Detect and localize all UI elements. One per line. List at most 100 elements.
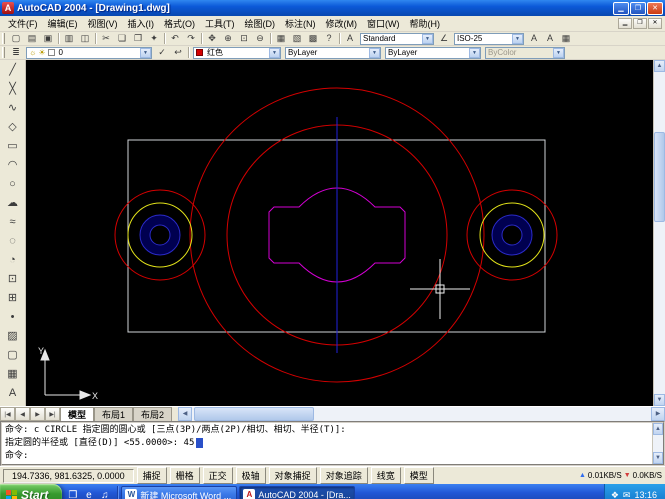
mtext-button[interactable]: A xyxy=(2,384,23,403)
tab-first-button[interactable]: |◀ xyxy=(0,407,15,421)
polyline-button[interactable]: ∿ xyxy=(2,99,23,118)
osnap-toggle[interactable]: 对象捕捉 xyxy=(269,467,317,484)
circle-button[interactable]: ○ xyxy=(2,175,23,194)
menu-draw[interactable]: 绘图(D) xyxy=(240,16,281,31)
text-style-combo-arrow-icon[interactable]: ▼ xyxy=(422,34,433,44)
lineweight-toggle[interactable]: 线宽 xyxy=(371,467,401,484)
tab-layout1[interactable]: 布局1 xyxy=(94,407,133,421)
horizontal-scroll-thumb[interactable] xyxy=(194,407,314,421)
tray-icon-2[interactable]: ✉ xyxy=(623,490,631,499)
zoom-window-button[interactable]: ⊡ xyxy=(236,32,252,45)
command-scroll-down-button[interactable]: ▼ xyxy=(653,452,663,464)
menu-tools[interactable]: 工具(T) xyxy=(200,16,240,31)
hatch-button[interactable]: ▨ xyxy=(2,327,23,346)
designcenter-button[interactable]: ▧ xyxy=(289,32,305,45)
autocad-app-icon[interactable]: A xyxy=(2,2,14,14)
menu-help[interactable]: 帮助(H) xyxy=(405,16,446,31)
menu-edit[interactable]: 编辑(E) xyxy=(43,16,83,31)
menu-window[interactable]: 窗口(W) xyxy=(362,16,405,31)
tray-icon-1[interactable]: ❖ xyxy=(611,490,619,499)
spline-button[interactable]: ≈ xyxy=(2,213,23,232)
revcloud-button[interactable]: ☁ xyxy=(2,194,23,213)
zoom-realtime-button[interactable]: ⊕ xyxy=(220,32,236,45)
document-minimize-button[interactable]: ▁ xyxy=(618,18,632,29)
grid-toggle[interactable]: 栅格 xyxy=(170,467,200,484)
vertical-scroll-thumb[interactable] xyxy=(654,132,665,222)
insert-block-button[interactable]: ⊡ xyxy=(2,270,23,289)
open-button[interactable]: ▤ xyxy=(24,32,40,45)
save-button[interactable]: ▣ xyxy=(40,32,56,45)
task-word-button[interactable]: W 新建 Microsoft Word ... xyxy=(121,486,237,499)
start-button[interactable]: Start xyxy=(0,484,62,499)
layer-combo[interactable]: ☼ ☀ 0 ▼ xyxy=(26,47,152,59)
table-button[interactable]: ▦ xyxy=(2,365,23,384)
quick-launch-media-icon[interactable]: ♫ xyxy=(97,488,112,499)
document-close-button[interactable]: ✕ xyxy=(648,18,662,29)
scroll-right-button[interactable]: ▶ xyxy=(651,407,665,421)
toolbar-grip[interactable] xyxy=(2,33,5,44)
plot-button[interactable]: ▥ xyxy=(61,32,77,45)
arc-button[interactable]: ◠ xyxy=(2,156,23,175)
help-button[interactable]: ? xyxy=(321,32,337,45)
tab-last-button[interactable]: ▶| xyxy=(45,407,60,421)
command-scrollbar[interactable]: ▲ ▼ xyxy=(652,423,663,464)
menu-view[interactable]: 视图(V) xyxy=(83,16,123,31)
layer-combo-arrow-icon[interactable]: ▼ xyxy=(140,48,151,58)
menu-format[interactable]: 格式(O) xyxy=(159,16,200,31)
menu-modify[interactable]: 修改(M) xyxy=(321,16,363,31)
table-toolbar-button[interactable]: ▦ xyxy=(558,32,574,45)
window-close-button[interactable]: ✕ xyxy=(647,2,663,15)
dim-style-button[interactable]: ∠ xyxy=(436,32,452,45)
tab-next-button[interactable]: ▶ xyxy=(30,407,45,421)
paste-button[interactable]: ❐ xyxy=(130,32,146,45)
command-line-input[interactable]: 命令: c CIRCLE 指定圆的圆心或 [三点(3P)/两点(2P)/相切、相… xyxy=(2,423,652,464)
single-text-button[interactable]: A xyxy=(526,32,542,45)
dim-style-combo[interactable]: ISO-25 ▼ xyxy=(454,33,524,45)
linetype-combo-arrow-icon[interactable]: ▼ xyxy=(369,48,380,58)
dim-style-combo-arrow-icon[interactable]: ▼ xyxy=(512,34,523,44)
layer-manager-button[interactable]: ≣ xyxy=(8,46,24,59)
tool-palettes-button[interactable]: ▩ xyxy=(305,32,321,45)
command-scroll-track[interactable] xyxy=(653,435,663,452)
color-combo-arrow-icon[interactable]: ▼ xyxy=(269,48,280,58)
document-restore-button[interactable]: ❐ xyxy=(633,18,647,29)
menu-file[interactable]: 文件(F) xyxy=(3,16,43,31)
snap-toggle[interactable]: 捕捉 xyxy=(137,467,167,484)
scroll-down-button[interactable]: ▼ xyxy=(654,394,665,406)
quick-launch-desktop-icon[interactable]: ❐ xyxy=(65,488,80,499)
copy-button[interactable]: ❏ xyxy=(114,32,130,45)
lineweight-combo[interactable]: ByLayer ▼ xyxy=(385,47,481,59)
polar-toggle[interactable]: 极轴 xyxy=(236,467,266,484)
color-combo[interactable]: 红色 ▼ xyxy=(193,47,281,59)
toolbar-grip[interactable] xyxy=(2,47,5,58)
model-space-toggle[interactable]: 模型 xyxy=(404,467,434,484)
lineweight-combo-arrow-icon[interactable]: ▼ xyxy=(469,48,480,58)
drawing-canvas[interactable]: Y X xyxy=(26,60,653,406)
make-block-button[interactable]: ⊞ xyxy=(2,289,23,308)
scroll-up-button[interactable]: ▲ xyxy=(654,60,665,72)
construction-line-button[interactable]: ╳ xyxy=(2,80,23,99)
command-scroll-up-button[interactable]: ▲ xyxy=(653,423,663,435)
ellipse-arc-button[interactable]: ◔ xyxy=(2,251,23,270)
match-properties-button[interactable]: ✦ xyxy=(146,32,162,45)
region-button[interactable]: ▢ xyxy=(2,346,23,365)
vertical-scrollbar[interactable]: ▲ ▼ xyxy=(653,60,665,406)
otrack-toggle[interactable]: 对象追踪 xyxy=(320,467,368,484)
plot-preview-button[interactable]: ◫ xyxy=(77,32,93,45)
text-style-combo[interactable]: Standard ▼ xyxy=(360,33,434,45)
pan-button[interactable]: ✥ xyxy=(204,32,220,45)
window-minimize-button[interactable]: ▁ xyxy=(613,2,629,15)
cut-button[interactable]: ✂ xyxy=(98,32,114,45)
make-layer-current-button[interactable]: ✓ xyxy=(154,46,170,59)
text-style-button[interactable]: A xyxy=(342,32,358,45)
mtext-toolbar-button[interactable]: A xyxy=(542,32,558,45)
undo-button[interactable]: ↶ xyxy=(167,32,183,45)
properties-button[interactable]: ▦ xyxy=(273,32,289,45)
tab-model[interactable]: 模型 xyxy=(60,407,94,421)
quick-launch-browser-icon[interactable]: e xyxy=(81,488,96,499)
horizontal-scroll-track[interactable] xyxy=(192,407,651,421)
scroll-left-button[interactable]: ◀ xyxy=(178,407,192,421)
rectangle-button[interactable]: ▭ xyxy=(2,137,23,156)
ellipse-button[interactable]: ◌ xyxy=(2,232,23,251)
redo-button[interactable]: ↷ xyxy=(183,32,199,45)
